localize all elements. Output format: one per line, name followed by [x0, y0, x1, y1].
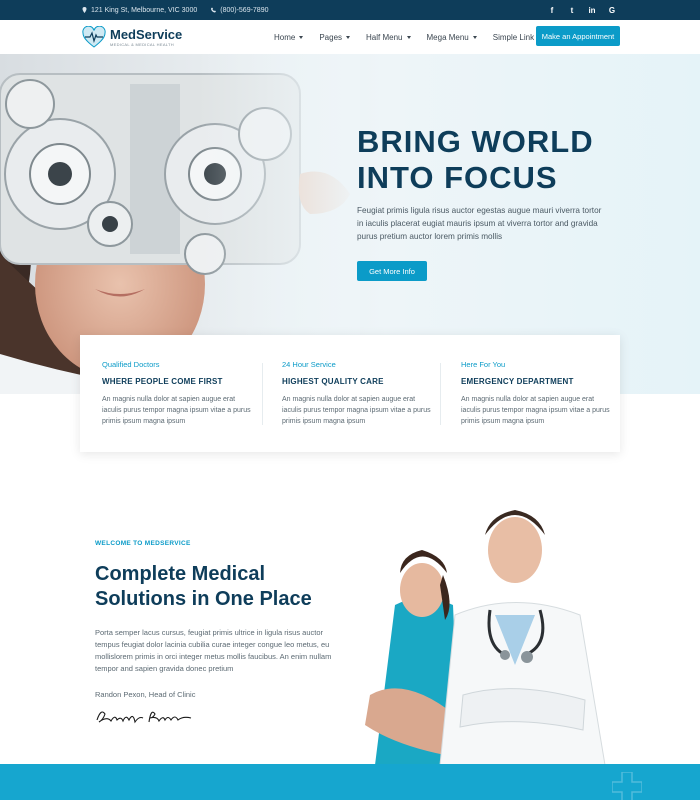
brand-tagline: MEDICAL & MEDICAL HEALTH — [110, 41, 174, 47]
nav-label: Simple Link — [492, 32, 535, 42]
phone-text[interactable]: (800)-569-7890 — [220, 7, 268, 14]
feature-card-service: 24 Hour Service HIGHEST QUALITY CARE An … — [282, 335, 442, 452]
chevron-down-icon — [406, 35, 411, 39]
feature-text: An magnis nulla dolor at sapien augue er… — [461, 396, 610, 425]
bottom-band — [0, 764, 700, 800]
nav-label: Mega Menu — [426, 32, 469, 42]
main-nav: Home Pages Half Menu Mega Menu Simple Li… — [274, 20, 534, 54]
location-pin-icon — [82, 7, 87, 13]
section-kicker: WELCOME TO MEDSERVICE — [95, 540, 191, 547]
section-text: Porta semper lacus cursus, feugiat primi… — [95, 628, 332, 673]
author-credit: Randon Pexon, Head of Clinic — [95, 690, 196, 699]
features-panel: Qualified Doctors WHERE PEOPLE COME FIRS… — [80, 335, 620, 452]
nav-label: Half Menu — [366, 32, 403, 42]
hero-title: BRING WORLD INTO FOCUS — [357, 124, 594, 196]
feature-heading: WHERE PEOPLE COME FIRST — [102, 377, 223, 386]
logo[interactable]: MedService MEDICAL & MEDICAL HEALTH — [82, 26, 182, 48]
top-bar: 121 King St, Melbourne, VIC 3000 (800)-5… — [0, 0, 700, 20]
feature-subtitle: Qualified Doctors — [102, 360, 160, 369]
facebook-icon[interactable]: f — [548, 6, 556, 15]
nav-simple-link[interactable]: Simple Link — [493, 33, 534, 42]
doctors-image — [365, 510, 606, 765]
address-text: 121 King St, Melbourne, VIC 3000 — [91, 6, 198, 14]
contact-info: 121 King St, Melbourne, VIC 3000 (800)-5… — [82, 0, 269, 20]
make-appointment-button[interactable]: Make an Appointment — [536, 26, 620, 46]
nav-pages[interactable]: Pages — [319, 32, 351, 42]
feature-heading: HIGHEST QUALITY CARE — [282, 377, 384, 386]
chevron-down-icon — [346, 35, 351, 39]
get-more-info-button[interactable]: Get More Info — [357, 261, 427, 281]
nav-half-menu[interactable]: Half Menu — [366, 32, 411, 42]
nav-label: Pages — [319, 32, 343, 42]
feature-subtitle: 24 Hour Service — [282, 360, 336, 369]
feature-text: An magnis nulla dolor at sapien augue er… — [102, 396, 251, 425]
feature-divider — [440, 363, 441, 425]
linkedin-icon[interactable]: in — [588, 6, 596, 15]
feature-card-emergency: Here For You EMERGENCY DEPARTMENT An mag… — [461, 335, 621, 452]
feature-divider — [262, 363, 263, 425]
signature-image — [96, 711, 192, 724]
feature-text: An magnis nulla dolor at sapien augue er… — [282, 396, 431, 425]
hero-title-line-2: INTO FOCUS — [357, 160, 558, 195]
google-icon[interactable]: G — [608, 6, 616, 15]
hero-title-line-1: BRING WORLD — [357, 124, 594, 159]
feature-card-doctors: Qualified Doctors WHERE PEOPLE COME FIRS… — [102, 335, 262, 452]
social-links: f t in G — [548, 0, 616, 20]
brand-name: MedService — [110, 26, 183, 42]
site-header: MedService MEDICAL & MEDICAL HEALTH Home… — [0, 20, 700, 54]
phone-item[interactable]: (800)-569-7890 — [211, 7, 269, 14]
chevron-down-icon — [472, 35, 477, 39]
section-title: Complete Medical Solutions in One Place — [95, 563, 312, 610]
hero-description: Feugiat primis ligula risus auctor egest… — [357, 206, 602, 241]
nav-mega-menu[interactable]: Mega Menu — [427, 33, 477, 42]
feature-heading: EMERGENCY DEPARTMENT — [461, 377, 574, 386]
medical-cross-icon — [612, 772, 642, 800]
nav-home[interactable]: Home — [274, 32, 304, 42]
twitter-icon[interactable]: t — [568, 6, 576, 15]
address-item: 121 King St, Melbourne, VIC 3000 — [82, 7, 197, 14]
heart-pulse-icon — [82, 26, 106, 48]
phone-icon — [211, 7, 217, 13]
feature-subtitle: Here For You — [461, 360, 506, 369]
chevron-down-icon — [299, 35, 304, 39]
nav-label: Home — [274, 32, 296, 42]
